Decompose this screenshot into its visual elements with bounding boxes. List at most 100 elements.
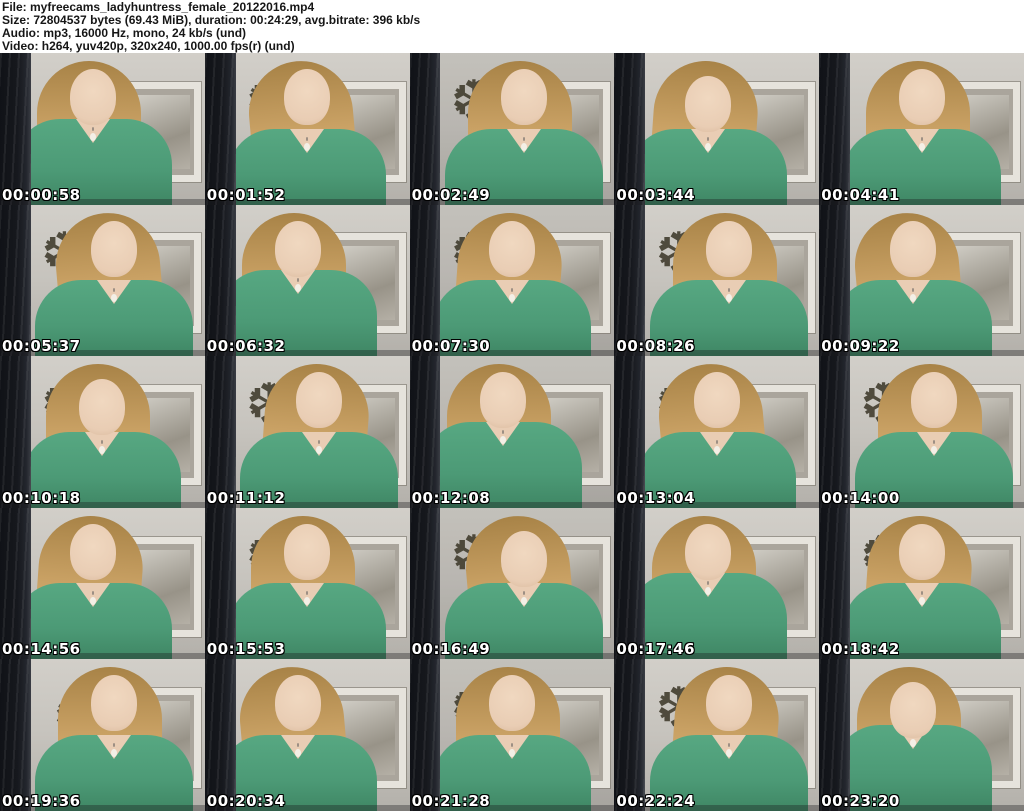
curtain-shape [0, 507, 31, 660]
thumbnail-grid: ❆ 00:00:58 ❆ 00:01:52 ❆ [0, 53, 1024, 811]
curtain-shape [0, 53, 31, 205]
curtain-shape [819, 53, 850, 205]
necklace-pendant [725, 294, 732, 303]
face-shape [70, 523, 117, 580]
thumbnail-cell: ❆ 00:07:30 [409, 204, 615, 357]
timestamp-label: 00:12:08 [411, 488, 491, 507]
necklace-pendant [304, 597, 311, 606]
person-placeholder [614, 356, 819, 508]
face-shape [91, 220, 138, 277]
necklace-pendant [713, 445, 720, 454]
timestamp-label: 00:07:30 [411, 337, 491, 356]
face-shape [684, 523, 731, 580]
person-placeholder [422, 508, 615, 660]
curtain-shape [204, 659, 236, 811]
thumbnail-cell: ❆ 00:08:26 [614, 204, 820, 357]
timestamp-label: 00:06:32 [206, 337, 286, 356]
person-placeholder [205, 508, 410, 660]
face-shape [705, 220, 752, 277]
thumbnail-cell: ❆ 00:02:49 [409, 53, 615, 205]
timestamp-label: 00:01:52 [206, 185, 286, 204]
person-placeholder [819, 508, 1024, 660]
curtain-shape [409, 659, 441, 811]
face-shape [79, 379, 126, 436]
thumbnail-cell: ❆ 00:18:42 [819, 507, 1024, 660]
curtain-shape [614, 53, 646, 205]
thumbnail-cell: ❆ 00:09:22 [819, 204, 1024, 357]
person-placeholder [217, 356, 410, 508]
necklace-pendant [508, 749, 515, 757]
thumbnail-cell: ❆ 00:14:00 [819, 356, 1024, 508]
necklace-pendant [499, 435, 506, 444]
media-info-header: File: myfreecams_ladyhuntress_female_201… [0, 0, 1024, 53]
face-shape [275, 220, 322, 277]
curtain-shape [614, 659, 646, 811]
necklace-pendant [90, 132, 97, 141]
curtain-shape [204, 53, 236, 205]
person-placeholder [626, 205, 819, 357]
timestamp-label: 00:08:26 [616, 337, 696, 356]
thumbnail-cell: ❆ 00:06:32 [204, 204, 410, 357]
face-shape [296, 372, 343, 429]
curtain-shape [614, 356, 646, 508]
timestamp-label: 00:05:37 [2, 337, 81, 356]
timestamp-label: 00:19:36 [2, 792, 81, 810]
curtain-shape [409, 356, 441, 508]
timestamp-label: 00:03:44 [616, 185, 696, 204]
timestamp-label: 00:13:04 [616, 488, 696, 507]
thumbnail-cell: ❆ 00:15:53 [204, 507, 410, 660]
person-placeholder [12, 205, 205, 357]
person-placeholder [831, 356, 1024, 508]
timestamp-label: 00:16:49 [411, 640, 491, 659]
curtain-shape [819, 507, 850, 660]
necklace-pendant [520, 142, 527, 151]
timestamp-label: 00:11:12 [206, 488, 286, 507]
thumbnail-cell: ❆ 00:21:28 [409, 659, 615, 811]
curtain-shape [0, 659, 31, 811]
timestamp-label: 00:14:00 [821, 488, 900, 507]
curtain-shape [204, 204, 236, 357]
timestamp-label: 00:14:56 [2, 640, 81, 659]
face-shape [889, 682, 936, 739]
timestamp-label: 00:21:28 [411, 792, 491, 810]
timestamp-label: 00:04:41 [821, 185, 900, 204]
curtain-shape [409, 507, 441, 660]
necklace-pendant [909, 294, 916, 303]
thumbnail-cell: ❆ 00:01:52 [204, 53, 410, 205]
face-shape [684, 76, 731, 132]
timestamp-label: 00:18:42 [821, 640, 900, 659]
thumbnail-cell: ❆ 00:11:12 [204, 356, 410, 508]
curtain-shape [204, 356, 236, 508]
person-placeholder [626, 659, 819, 811]
face-shape [889, 220, 936, 277]
face-shape [693, 372, 740, 429]
face-shape [284, 69, 331, 125]
face-shape [488, 675, 535, 732]
face-shape [70, 69, 117, 125]
video-info-line: Video: h264, yuv420p, 320x240, 1000.00 f… [2, 39, 295, 53]
necklace-pendant [520, 597, 527, 606]
necklace-pendant [508, 294, 515, 303]
curtain-shape [0, 356, 31, 508]
face-shape [284, 523, 331, 580]
necklace-pendant [295, 284, 302, 293]
thumbnail-cell: ❆ 00:23:20 [819, 659, 1024, 811]
curtain-shape [614, 204, 646, 357]
face-shape [705, 675, 752, 732]
necklace-pendant [316, 445, 323, 454]
face-shape [500, 69, 547, 125]
thumbnail-cell: ❆ 00:14:56 [0, 507, 205, 660]
timestamp-label: 00:02:49 [411, 185, 491, 204]
face-shape [898, 69, 945, 125]
necklace-pendant [909, 739, 916, 747]
timestamp-label: 00:17:46 [616, 640, 696, 659]
face-shape [910, 372, 957, 429]
timestamp-label: 00:22:24 [616, 792, 696, 810]
thumbnail-cell: ❆ 00:05:37 [0, 204, 205, 357]
curtain-shape [819, 659, 850, 811]
curtain-shape [204, 507, 236, 660]
timestamp-label: 00:09:22 [821, 337, 900, 356]
thumbnail-cell: ❆ 00:04:41 [819, 53, 1024, 205]
necklace-pendant [90, 597, 97, 606]
thumbnail-cell: ❆ 00:22:24 [614, 659, 820, 811]
